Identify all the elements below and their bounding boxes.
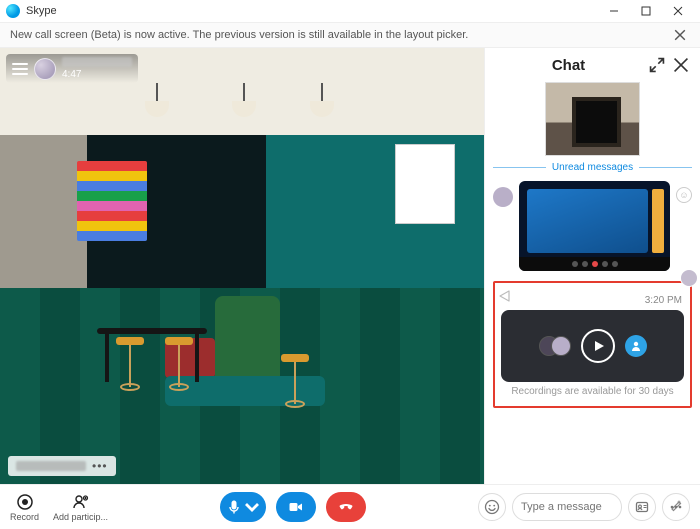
left-actions: Record Add particip... [10, 493, 108, 522]
call-controls [114, 492, 472, 522]
recording-card[interactable] [501, 310, 684, 382]
skype-icon [6, 4, 20, 18]
recording-timestamp: 3:20 PM [645, 295, 682, 306]
record-icon [16, 493, 34, 511]
app-title: Skype [26, 5, 598, 17]
record-label: Record [10, 512, 39, 522]
titlebar: Skype [0, 0, 700, 22]
self-name [16, 461, 86, 471]
end-call-button[interactable] [326, 492, 366, 522]
recording-message-highlight: 3:20 PM Recordings are available for 30 … [493, 281, 692, 408]
emoji-button[interactable] [478, 493, 506, 521]
message-avatar[interactable] [493, 187, 513, 207]
window-minimize-button[interactable] [598, 0, 630, 22]
recording-note: Recordings are available for 30 days [501, 386, 684, 398]
video-toggle-button[interactable] [276, 492, 316, 522]
self-more-button[interactable]: ••• [92, 459, 108, 473]
chevron-down-icon [244, 499, 260, 515]
main-area: 4:47 ••• Chat Unread messages [0, 48, 700, 484]
chat-body: Unread messages ☺ 3:20 PM [485, 82, 700, 484]
recording-participants-icon [539, 336, 571, 356]
contact-card-button[interactable] [628, 493, 656, 521]
recording-owner-icon [625, 335, 647, 357]
expand-icon[interactable] [648, 56, 666, 74]
participant-name [62, 57, 132, 67]
info-banner: New call screen (Beta) is now active. Th… [0, 22, 700, 48]
window-maximize-button[interactable] [630, 0, 662, 22]
mute-button[interactable] [220, 492, 266, 522]
chat-header: Chat [485, 48, 700, 82]
record-button[interactable]: Record [10, 493, 39, 522]
unread-label: Unread messages [552, 162, 633, 173]
banner-message: New call screen (Beta) is now active. Th… [10, 29, 670, 41]
shared-screen-thumbnail[interactable] [519, 181, 670, 271]
recording-sender-avatar[interactable] [680, 269, 698, 287]
participant-avatar[interactable] [34, 58, 56, 80]
banner-close-button[interactable] [670, 25, 690, 45]
shared-image-thumbnail[interactable] [545, 82, 640, 156]
react-button[interactable]: ☺ [676, 187, 692, 203]
composer [478, 493, 690, 521]
call-header-overlay: 4:47 [6, 54, 138, 83]
add-participant-label: Add particip... [53, 512, 108, 522]
call-video: 4:47 ••• [0, 48, 484, 484]
menu-icon[interactable] [12, 63, 28, 75]
chat-panel: Chat Unread messages ☺ [484, 48, 700, 484]
call-duration: 4:47 [62, 69, 132, 80]
unread-divider: Unread messages [493, 162, 692, 173]
bottom-bar: Record Add particip... [0, 484, 700, 529]
chat-title: Chat [495, 57, 642, 74]
more-button[interactable] [662, 493, 690, 521]
chat-message: ☺ [493, 181, 692, 271]
window-close-button[interactable] [662, 0, 694, 22]
video-background [0, 48, 484, 484]
add-participant-icon [72, 493, 90, 511]
message-field[interactable] [512, 493, 622, 521]
add-participant-button[interactable]: Add particip... [53, 493, 108, 522]
chat-close-button[interactable] [672, 56, 690, 74]
self-preview-bar: ••• [8, 456, 116, 476]
play-button[interactable] [581, 329, 615, 363]
forward-icon[interactable] [499, 289, 511, 307]
